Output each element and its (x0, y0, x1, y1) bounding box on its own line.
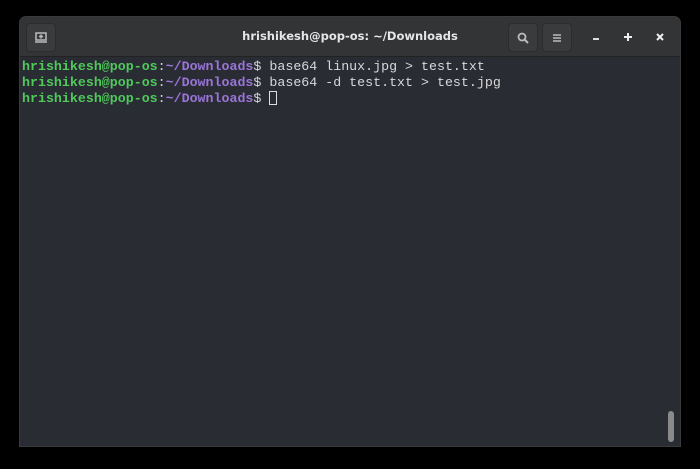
maximize-icon (624, 32, 632, 41)
minimize-button[interactable] (582, 23, 610, 50)
search-button[interactable] (508, 23, 538, 52)
terminal-output[interactable]: hrishikesh@pop-os:~/Downloads$ base64 li… (22, 59, 670, 446)
prompt-user: hrishikesh@pop-os (22, 91, 158, 106)
prompt-user: hrishikesh@pop-os (22, 75, 158, 90)
maximize-button[interactable] (614, 23, 642, 50)
close-icon (656, 32, 664, 41)
terminal-line: hrishikesh@pop-os:~/Downloads$ base64 li… (22, 59, 670, 75)
title-bar[interactable]: hrishikesh@pop-os: ~/Downloads (20, 17, 680, 57)
terminal-window: hrishikesh@pop-os: ~/Downloads hrishikes… (20, 17, 680, 446)
command-text: base64 linux.jpg > test.txt (269, 59, 485, 74)
window-title: hrishikesh@pop-os: ~/Downloads (242, 29, 458, 43)
prompt-symbol: $ (253, 59, 270, 74)
prompt-user: hrishikesh@pop-os (22, 59, 158, 74)
search-icon (517, 32, 529, 44)
scrollbar[interactable] (668, 411, 674, 442)
prompt-path: ~/Downloads (165, 59, 254, 74)
terminal-line: hrishikesh@pop-os:~/Downloads$ (22, 91, 670, 107)
text-cursor (269, 91, 278, 105)
prompt-separator: : (157, 75, 166, 90)
command-text: base64 -d test.txt > test.jpg (269, 75, 501, 90)
prompt-separator: : (157, 59, 166, 74)
prompt-path: ~/Downloads (165, 75, 254, 90)
prompt-separator: : (157, 91, 166, 106)
menu-button[interactable] (542, 23, 572, 52)
minimize-icon (593, 37, 599, 40)
close-button[interactable] (646, 23, 674, 50)
hamburger-menu-icon (553, 33, 561, 42)
prompt-symbol: $ (253, 75, 270, 90)
terminal-line: hrishikesh@pop-os:~/Downloads$ base64 -d… (22, 75, 670, 91)
prompt-symbol: $ (253, 91, 270, 106)
prompt-path: ~/Downloads (165, 91, 254, 106)
